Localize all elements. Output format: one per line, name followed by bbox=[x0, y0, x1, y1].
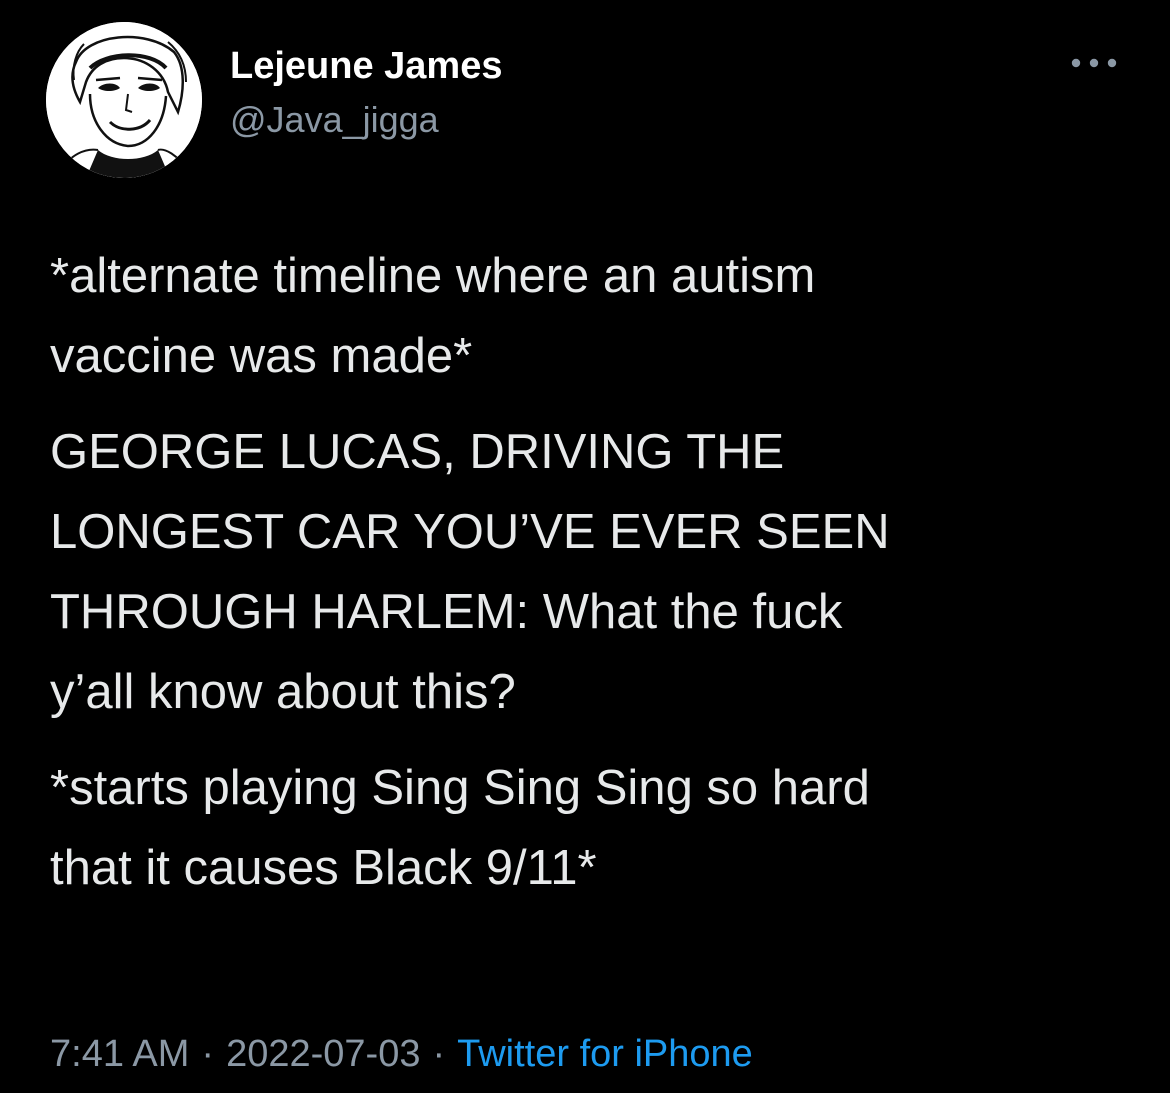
tweet-source-link[interactable]: Twitter for iPhone bbox=[457, 1033, 753, 1075]
tweet-time[interactable]: 7:41 AM bbox=[50, 1033, 189, 1075]
tweet-paragraph: GEORGE LUCAS, DRIVING THE LONGEST CAR YO… bbox=[50, 425, 890, 719]
more-options-button[interactable] bbox=[1064, 48, 1124, 78]
author-handle[interactable]: @Java_jigga bbox=[230, 96, 439, 144]
tweet-paragraph: *alternate timeline where an autism vacc… bbox=[50, 249, 816, 383]
tweet-date[interactable]: 2022-07-03 bbox=[226, 1033, 420, 1075]
more-horizontal-icon bbox=[1071, 58, 1117, 68]
avatar[interactable] bbox=[46, 22, 202, 178]
meta-separator: · bbox=[201, 1033, 215, 1075]
tweet-paragraph: *starts playing Sing Sing Sing so hard t… bbox=[50, 761, 870, 895]
tweet-metadata: 7:41 AM · 2022-07-03 · Twitter for iPhone bbox=[50, 1028, 753, 1080]
tweet-card: Lejeune James @Java_jigga *alternate tim… bbox=[0, 0, 1170, 1093]
meta-separator: · bbox=[432, 1033, 446, 1075]
avatar-illustration bbox=[46, 22, 202, 178]
author-display-name[interactable]: Lejeune James bbox=[230, 40, 502, 92]
tweet-text: *alternate timeline where an autism vacc… bbox=[50, 236, 1130, 924]
